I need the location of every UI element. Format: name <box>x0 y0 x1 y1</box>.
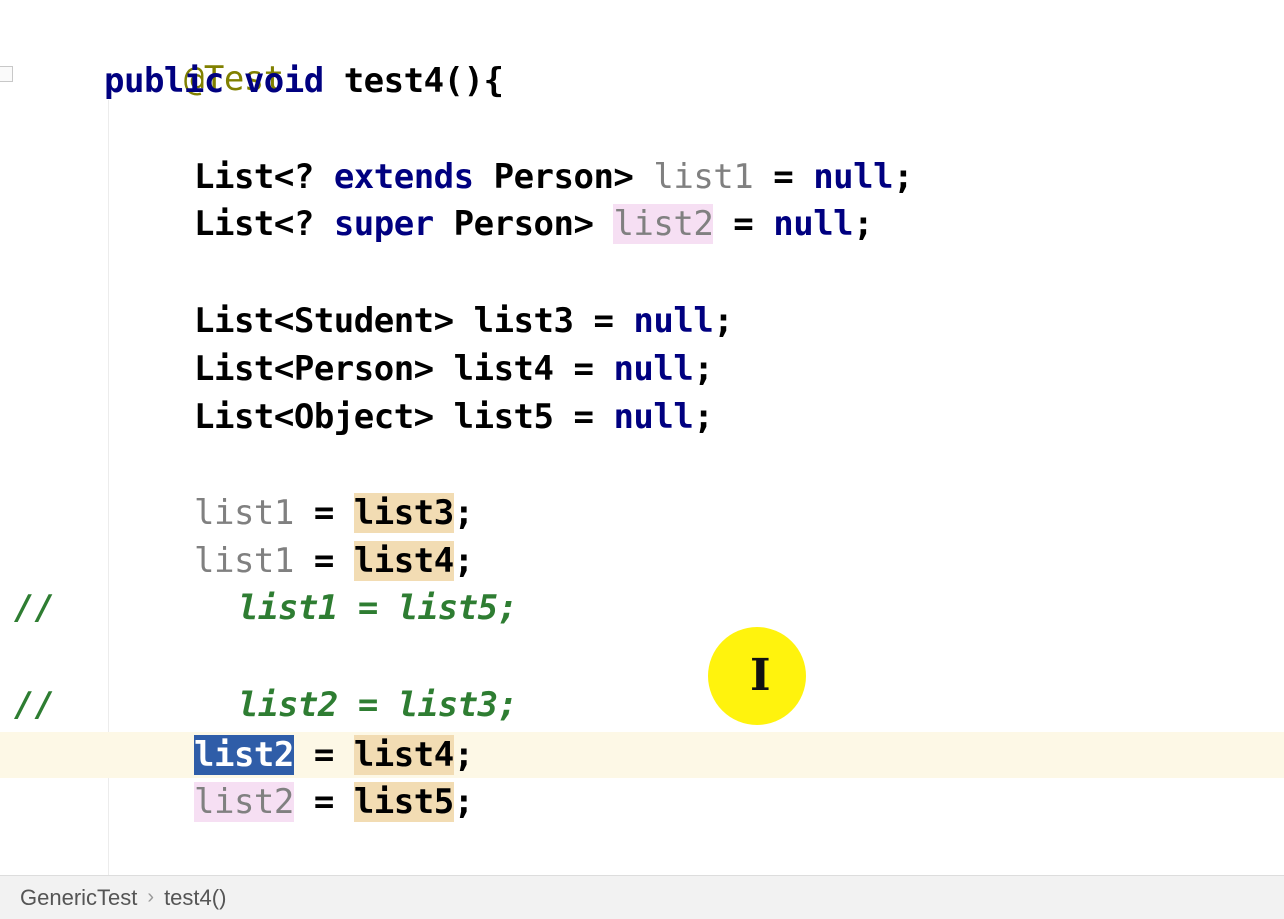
code-line-list3-decl: List<Student> list3 = null; <box>194 298 734 344</box>
type-text: List<Object> <box>194 397 434 437</box>
keyword-public: public <box>104 61 224 101</box>
variable-list1: list1 <box>194 493 294 533</box>
type-text: Person> <box>453 204 594 244</box>
keyword-extends: extends <box>333 157 474 197</box>
operator: = <box>573 349 594 389</box>
semicolon: ; <box>713 301 734 341</box>
breadcrumb-separator-icon: › <box>147 886 155 908</box>
operator: = <box>573 397 594 437</box>
current-line-highlight <box>0 732 1284 778</box>
type-text: List<Student> <box>194 301 454 341</box>
operator: = <box>313 735 334 775</box>
semicolon: ; <box>453 493 474 533</box>
keyword-void: void <box>243 61 324 101</box>
keyword-null: null <box>813 157 894 197</box>
keyword-null: null <box>773 204 854 244</box>
code-line-list5-decl: List<Object> list5 = null; <box>194 394 714 440</box>
operator: = <box>313 782 334 822</box>
code-line-assign3: list2 = list4; <box>194 732 474 778</box>
breadcrumb-class[interactable]: GenericTest <box>14 885 143 911</box>
keyword-null: null <box>613 397 694 437</box>
variable-list5: list5 <box>453 397 554 437</box>
method-signature-line: public void test4(){ <box>104 58 504 104</box>
breadcrumb-method[interactable]: test4() <box>158 885 232 911</box>
comment-marker: // <box>14 588 55 628</box>
variable-list2: list2 <box>194 782 294 822</box>
type-text: List<Person> <box>194 349 434 389</box>
keyword-null: null <box>633 301 714 341</box>
type-text: List<? <box>194 157 314 197</box>
text-cursor-icon: I <box>750 650 771 701</box>
breadcrumb: GenericTest › test4() <box>0 875 1284 919</box>
semicolon: ; <box>893 157 914 197</box>
semicolon: ; <box>453 735 474 775</box>
variable-list5-highlight: list5 <box>353 782 454 822</box>
type-text: List<? <box>194 204 314 244</box>
semicolon: ; <box>693 397 714 437</box>
type-text: Person> <box>493 157 634 197</box>
code-editor[interactable]: @Test public void test4(){ List<? extend… <box>0 0 1284 875</box>
comment-line-2: list2 = list3; <box>238 685 518 725</box>
comment-marker: // <box>14 685 55 725</box>
operator: = <box>733 204 754 244</box>
fold-marker-icon[interactable] <box>0 66 13 82</box>
variable-list1: list1 <box>194 541 294 581</box>
variable-list3: list3 <box>473 301 574 341</box>
variable-list4-highlight: list4 <box>353 735 454 775</box>
operator: = <box>313 493 334 533</box>
variable-list4: list4 <box>453 349 554 389</box>
operator: = <box>313 541 334 581</box>
semicolon: ; <box>853 204 874 244</box>
selected-variable-list2[interactable]: list2 <box>194 735 294 775</box>
code-line-assign1: list1 = list3; <box>194 490 474 536</box>
comment-line-1: list1 = list5; <box>238 588 518 628</box>
code-line-assign4: list2 = list5; <box>194 779 474 825</box>
semicolon: ; <box>453 541 474 581</box>
semicolon: ; <box>453 782 474 822</box>
code-line-list2-decl: List<? super Person> list2 = null; <box>194 201 874 247</box>
keyword-super: super <box>333 204 434 244</box>
variable-list4-highlight: list4 <box>353 541 454 581</box>
keyword-null: null <box>613 349 694 389</box>
method-name: test4(){ <box>343 61 504 101</box>
code-line-assign2: list1 = list4; <box>194 538 474 584</box>
variable-list1: list1 <box>653 157 754 197</box>
annotation-line: @Test <box>104 10 284 99</box>
code-line-list1-decl: List<? extends Person> list1 = null; <box>194 154 914 200</box>
operator: = <box>773 157 794 197</box>
semicolon: ; <box>693 349 714 389</box>
code-line-list4-decl: List<Person> list4 = null; <box>194 346 714 392</box>
variable-list3-highlight: list3 <box>353 493 454 533</box>
variable-list2: list2 <box>613 204 714 244</box>
operator: = <box>593 301 614 341</box>
